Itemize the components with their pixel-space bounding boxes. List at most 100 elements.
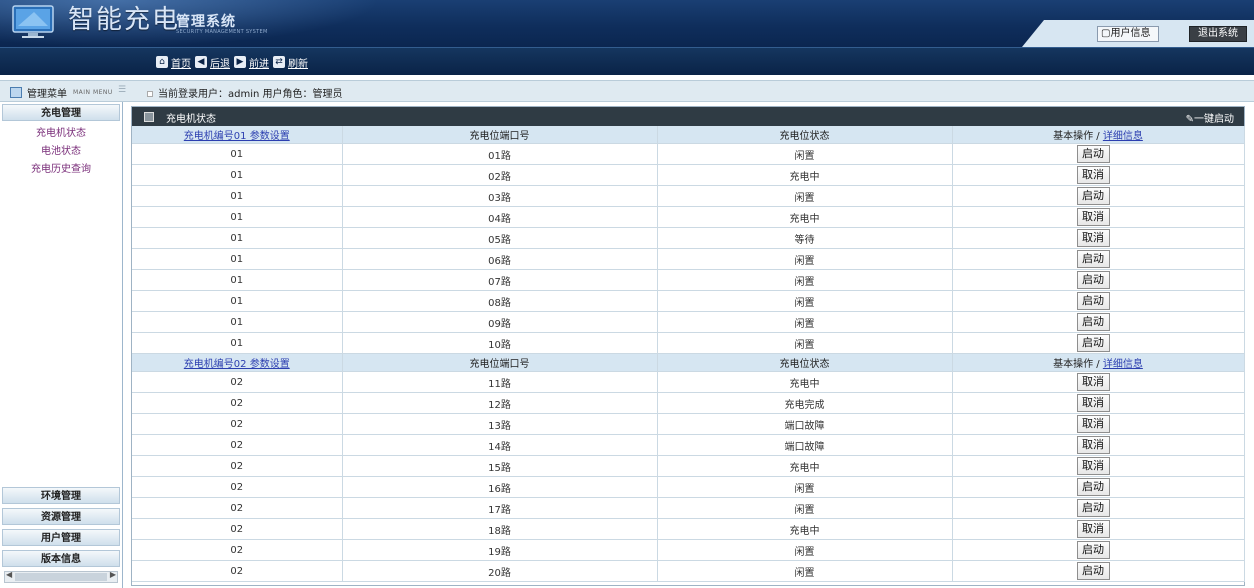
details-link[interactable]: 详细信息 — [1103, 359, 1143, 370]
table-row: 01 08路 闲置 启动 — [132, 290, 1245, 312]
sidebar-group-resources[interactable]: 资源管理 — [2, 508, 120, 525]
sidebar-item-charger-status[interactable]: 充电机状态 — [0, 124, 122, 139]
machine-settings-link[interactable]: 充电机编号01 参数设置 — [184, 131, 290, 142]
operation-cell: 取消 — [952, 518, 1245, 540]
machine-settings-cell: 充电机编号02 参数设置 — [132, 353, 343, 372]
port-cell: 14路 — [342, 434, 658, 456]
table-row: 01 06路 闲置 启动 — [132, 248, 1245, 270]
column-header-status: 充电位状态 — [657, 353, 953, 372]
scrollbar-thumb[interactable] — [15, 573, 107, 581]
cancel-button[interactable]: 取消 — [1076, 415, 1110, 433]
start-button[interactable]: 启动 — [1076, 313, 1110, 331]
start-button[interactable]: 启动 — [1076, 145, 1110, 163]
table-row: 02 18路 充电中 取消 — [132, 518, 1245, 540]
status-cell: 充电中 — [657, 518, 953, 540]
home-icon: ⌂ — [156, 56, 168, 68]
cancel-button[interactable]: 取消 — [1076, 436, 1110, 454]
start-button[interactable]: 启动 — [1076, 541, 1110, 559]
machine-number-cell: 02 — [132, 497, 343, 519]
table-row: 02 13路 端口故障 取消 — [132, 413, 1245, 435]
cancel-button[interactable]: 取消 — [1076, 394, 1110, 412]
start-button[interactable]: 启动 — [1076, 499, 1110, 517]
operation-cell: 取消 — [952, 434, 1245, 456]
port-cell: 17路 — [342, 497, 658, 519]
nav-refresh-link[interactable]: ⇄ 刷新 — [273, 55, 308, 70]
nav-forward-link[interactable]: ▶ 前进 — [234, 55, 269, 70]
app-title: 智能充电 — [68, 5, 181, 35]
nav-forward-label: 前进 — [249, 58, 269, 70]
panel-icon — [144, 112, 154, 122]
start-button[interactable]: 启动 — [1076, 250, 1110, 268]
port-cell: 20路 — [342, 560, 658, 582]
refresh-icon: ⇄ — [273, 56, 285, 68]
sidebar: 充电管理 充电机状态 电池状态 充电历史查询 环境管理 资源管理 用户管理 版本… — [0, 102, 123, 588]
scroll-left-icon[interactable]: ◀ — [6, 570, 12, 579]
status-cell: 闲置 — [657, 185, 953, 207]
start-button[interactable]: 启动 — [1076, 562, 1110, 580]
operation-cell: 启动 — [952, 185, 1245, 207]
table-row: 01 07路 闲置 启动 — [132, 269, 1245, 291]
sidebar-group-charging[interactable]: 充电管理 — [2, 104, 120, 121]
column-header-port: 充电位端口号 — [342, 126, 658, 144]
status-cell: 充电中 — [657, 206, 953, 228]
sidebar-group-users[interactable]: 用户管理 — [2, 529, 120, 546]
cancel-button[interactable]: 取消 — [1076, 520, 1110, 538]
app-subtitle-english: SECURITY MANAGEMENT SYSTEM — [176, 29, 268, 35]
port-cell: 16路 — [342, 476, 658, 498]
menu-collapse-icon[interactable]: ☰ — [118, 85, 127, 95]
port-cell: 02路 — [342, 164, 658, 186]
sidebar-item-charging-history[interactable]: 充电历史查询 — [0, 160, 122, 175]
nav-back-link[interactable]: ◀ 后退 — [195, 55, 230, 70]
operation-cell: 启动 — [952, 497, 1245, 519]
operation-cell: 取消 — [952, 392, 1245, 414]
scroll-right-icon[interactable]: ▶ — [110, 570, 116, 579]
table-row: 01 09路 闲置 启动 — [132, 311, 1245, 333]
sidebar-group-environment[interactable]: 环境管理 — [2, 487, 120, 504]
cancel-button[interactable]: 取消 — [1076, 373, 1110, 391]
cancel-button[interactable]: 取消 — [1076, 208, 1110, 226]
one-click-start-button[interactable]: ✎一键启动 — [1186, 110, 1234, 125]
user-info-button[interactable]: ▢用户信息 — [1097, 26, 1159, 42]
operations-label: 基本操作 / — [1053, 359, 1103, 370]
start-button[interactable]: 启动 — [1076, 187, 1110, 205]
cancel-button[interactable]: 取消 — [1076, 166, 1110, 184]
status-cell: 闲置 — [657, 290, 953, 312]
operation-cell: 启动 — [952, 269, 1245, 291]
port-cell: 11路 — [342, 371, 658, 393]
status-cell: 充电中 — [657, 455, 953, 477]
charger-status-panel: 充电机状态 ✎一键启动 充电机编号01 参数设置 充电位端口号充电位状态 基本操作 … — [131, 106, 1245, 586]
nav-home-link[interactable]: ⌂ 首页 — [156, 55, 191, 70]
sidebar-item-battery-status[interactable]: 电池状态 — [0, 142, 122, 157]
status-cell: 闲置 — [657, 143, 953, 165]
operation-cell: 启动 — [952, 290, 1245, 312]
charger-status-table-body: 充电机编号01 参数设置 充电位端口号 充电位状态 基本操作 / 详细信息 01 01路闲… — [132, 126, 1245, 582]
machine-number-cell: 02 — [132, 560, 343, 582]
operations-label: 基本操作 / — [1053, 131, 1103, 142]
port-cell: 05路 — [342, 227, 658, 249]
port-cell: 08路 — [342, 290, 658, 312]
status-cell: 闲置 — [657, 476, 953, 498]
details-link[interactable]: 详细信息 — [1103, 131, 1143, 142]
start-button[interactable]: 启动 — [1076, 334, 1110, 352]
panel-title: 充电机状态 — [166, 114, 216, 125]
group-header-row: 充电机编号02 参数设置 充电位端口号 充电位状态 基本操作 / 详细信息 — [132, 353, 1245, 372]
sidebar-group-version[interactable]: 版本信息 — [2, 550, 120, 567]
charger-status-table: 充电机编号01 参数设置 充电位端口号 充电位状态 基本操作 / 详细信息 01 01路闲… — [132, 126, 1245, 582]
cancel-button[interactable]: 取消 — [1076, 229, 1110, 247]
start-button[interactable]: 启动 — [1076, 478, 1110, 496]
machine-number-cell: 02 — [132, 434, 343, 456]
panel-header: 充电机状态 ✎一键启动 — [132, 107, 1244, 126]
machine-number-cell: 01 — [132, 290, 343, 312]
logout-button[interactable]: 退出系统 — [1189, 26, 1247, 42]
start-button[interactable]: 启动 — [1076, 271, 1110, 289]
start-button[interactable]: 启动 — [1076, 292, 1110, 310]
port-cell: 15路 — [342, 455, 658, 477]
machine-settings-link[interactable]: 充电机编号02 参数设置 — [184, 359, 290, 370]
cancel-button[interactable]: 取消 — [1076, 457, 1110, 475]
status-cell: 闲置 — [657, 248, 953, 270]
machine-number-cell: 02 — [132, 518, 343, 540]
sidebar-horizontal-scrollbar[interactable]: ◀ ▶ — [4, 570, 118, 583]
port-cell: 04路 — [342, 206, 658, 228]
status-cell: 充电中 — [657, 371, 953, 393]
machine-number-cell: 01 — [132, 164, 343, 186]
